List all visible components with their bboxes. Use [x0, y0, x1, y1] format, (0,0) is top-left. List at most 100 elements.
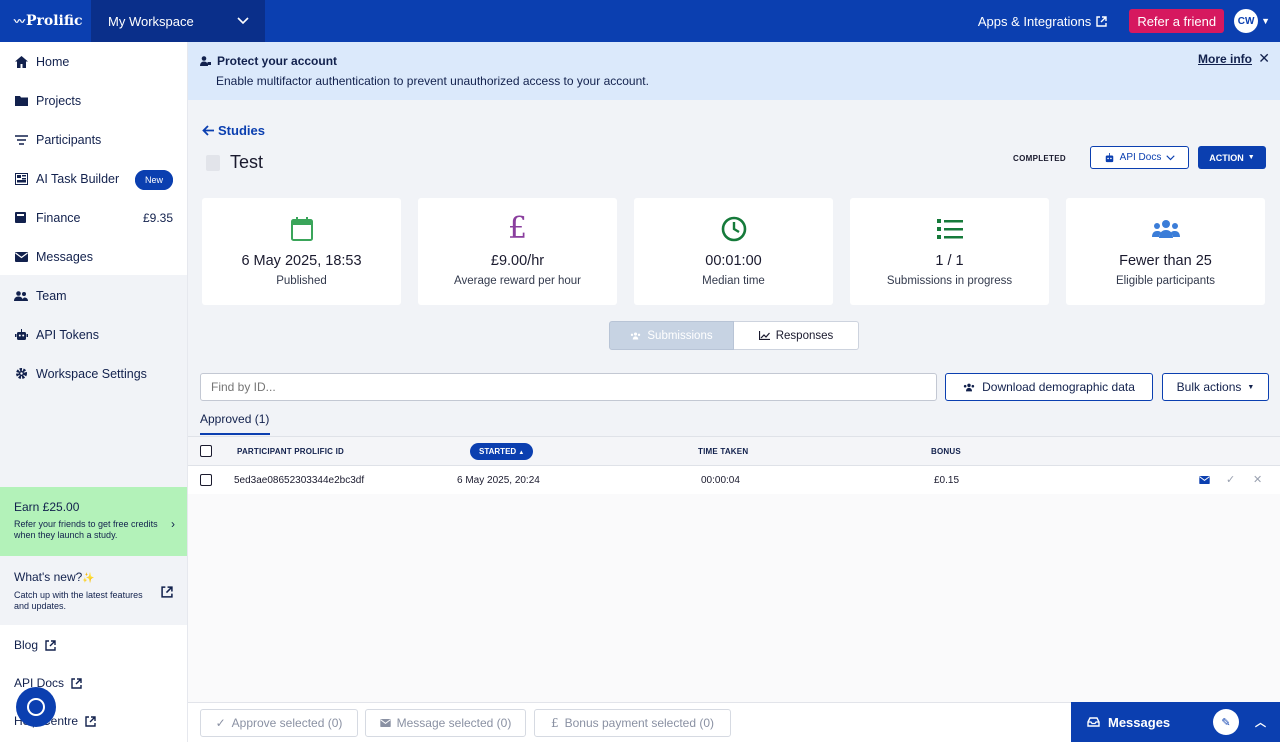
- sidebar-item-projects[interactable]: Projects: [0, 81, 187, 120]
- external-link-icon: [161, 586, 173, 601]
- workspace-name: My Workspace: [108, 13, 194, 29]
- page-title: Test: [206, 152, 263, 173]
- column-header-started[interactable]: STARTED ▲: [470, 443, 534, 460]
- message-selected-label: Message selected (0): [396, 716, 512, 730]
- more-info-link[interactable]: More info: [1198, 52, 1252, 66]
- tab-submissions[interactable]: Submissions: [609, 321, 734, 350]
- sidebar-item-workspace-settings[interactable]: Workspace Settings: [0, 354, 187, 393]
- submissions-table: PARTICIPANT PROLIFIC ID STARTED ▲ TIME T…: [188, 436, 1280, 702]
- chevron-right-icon: ›: [171, 517, 175, 531]
- api-docs-button[interactable]: API Docs: [1090, 146, 1189, 169]
- column-header-time-taken[interactable]: TIME TAKEN: [698, 447, 748, 456]
- chevron-up-icon[interactable]: ︿: [1255, 714, 1266, 730]
- stat-card-published: 6 May 2025, 18:53 Published: [202, 198, 401, 305]
- stat-card-eligible: Fewer than 25 Eligible participants: [1066, 198, 1265, 305]
- stats-cards: 6 May 2025, 18:53 Published £ £9.00/hr A…: [202, 198, 1265, 305]
- reject-x-icon[interactable]: ✕: [1253, 473, 1262, 486]
- clock-icon: [721, 214, 747, 244]
- api-docs-link[interactable]: API Docs: [14, 676, 82, 690]
- close-icon[interactable]: ✕: [1258, 50, 1270, 67]
- tab-responses[interactable]: Responses: [734, 321, 859, 350]
- download-demographic-button[interactable]: Download demographic data: [945, 373, 1153, 401]
- refer-friend-button[interactable]: Refer a friend: [1129, 9, 1225, 33]
- inbox-icon: [1087, 717, 1100, 727]
- sidebar-item-messages[interactable]: Messages: [0, 237, 187, 276]
- column-header-bonus[interactable]: BONUS: [931, 447, 961, 456]
- column-header-id[interactable]: PARTICIPANT PROLIFIC ID: [237, 447, 344, 456]
- whats-new-title: What's new?: [14, 570, 83, 584]
- blog-link[interactable]: Blog: [14, 638, 56, 652]
- tab-submissions-label: Submissions: [647, 329, 713, 342]
- finance-balance: £9.35: [142, 210, 173, 225]
- time-taken: 00:00:04: [701, 475, 740, 486]
- sidebar-item-label: Workspace Settings: [36, 366, 147, 381]
- user-lock-icon: [200, 56, 211, 66]
- sidebar-item-home[interactable]: Home: [0, 42, 187, 81]
- workspace-switcher[interactable]: My Workspace: [91, 0, 265, 42]
- filter-icon: [14, 134, 28, 145]
- sidebar-item-participants[interactable]: Participants: [0, 120, 187, 159]
- row-checkbox[interactable]: [200, 474, 212, 486]
- compose-icon[interactable]: ✎: [1213, 709, 1239, 735]
- bonus-payment-selected-button[interactable]: £ Bonus payment selected (0): [534, 709, 731, 737]
- check-icon: ✓: [215, 716, 226, 730]
- gear-icon: [14, 367, 28, 380]
- chevron-down-icon: [237, 17, 249, 25]
- approve-check-icon[interactable]: ✓: [1226, 473, 1235, 486]
- stat-value: 6 May 2025, 18:53: [241, 253, 362, 269]
- caret-down-icon: ▼: [1247, 383, 1255, 391]
- prolific-logo[interactable]: 〰 Prolific: [0, 0, 91, 42]
- external-link-icon: [71, 677, 82, 689]
- sidebar-item-api-tokens[interactable]: API Tokens: [0, 315, 187, 354]
- whats-new-card[interactable]: What's new?✨ Catch up with the latest fe…: [0, 556, 187, 625]
- earn-description: Refer your friends to get free credits w…: [14, 519, 158, 540]
- apps-integrations-link[interactable]: Apps & Integrations: [977, 13, 1108, 29]
- stat-label: Submissions in progress: [886, 275, 1013, 287]
- table-header: PARTICIPANT PROLIFIC ID STARTED ▲ TIME T…: [188, 436, 1280, 466]
- table-row[interactable]: 5ed3ae08652303344e2bc3df 6 May 2025, 20:…: [188, 466, 1280, 494]
- back-to-studies-link[interactable]: Studies: [202, 123, 265, 138]
- sidebar-item-label: Home: [36, 54, 70, 69]
- participant-id[interactable]: 5ed3ae08652303344e2bc3df: [234, 475, 364, 486]
- bulk-actions-button[interactable]: Bulk actions ▼: [1162, 373, 1269, 401]
- pound-icon: £: [550, 716, 559, 730]
- sidebar-item-label: Messages: [36, 249, 93, 264]
- apps-integrations-label: Apps & Integrations: [977, 13, 1092, 29]
- chat-support-button[interactable]: [16, 687, 56, 727]
- sidebar-item-finance[interactable]: Finance £9.35: [0, 198, 187, 237]
- approve-selected-button[interactable]: ✓ Approve selected (0): [200, 709, 358, 737]
- sidebar-item-team[interactable]: Team: [0, 276, 187, 315]
- stat-label: Eligible participants: [1115, 275, 1216, 287]
- status-badge: COMPLETED: [1013, 154, 1066, 163]
- sidebar: Home Projects Participants AI Task Build…: [0, 42, 188, 742]
- team-icon: [14, 290, 28, 301]
- grid-icon: [14, 172, 28, 185]
- bulk-actions-label: Bulk actions: [1176, 380, 1242, 394]
- action-button[interactable]: ACTION ▼: [1198, 146, 1266, 169]
- line-chart-icon: [758, 331, 770, 340]
- document-icon: [206, 154, 220, 171]
- avatar-chevron-icon[interactable]: ▼: [1261, 16, 1270, 26]
- stat-label: Published: [276, 275, 327, 287]
- stat-value: 1 / 1: [935, 253, 964, 269]
- message-envelope-icon[interactable]: [1199, 475, 1210, 487]
- external-link-icon: [1096, 15, 1108, 27]
- tab-approved[interactable]: Approved (1): [200, 412, 270, 435]
- started-label: STARTED: [479, 447, 517, 456]
- folder-icon: [14, 95, 28, 106]
- message-selected-button[interactable]: Message selected (0): [365, 709, 526, 737]
- earn-referral-card[interactable]: Earn £25.00 Refer your friends to get fr…: [0, 487, 187, 556]
- search-input[interactable]: [200, 373, 937, 401]
- banner-description: Enable multifactor authentication to pre…: [216, 74, 649, 88]
- prolific-mark-icon: 〰: [14, 15, 25, 28]
- avatar[interactable]: CW: [1234, 9, 1259, 33]
- list-icon: [936, 214, 963, 244]
- messages-panel[interactable]: Messages ✎ ︿: [1071, 702, 1280, 742]
- sidebar-item-ai-task-builder[interactable]: AI Task Builder New: [0, 159, 187, 198]
- api-docs-label: API Docs: [1119, 152, 1162, 163]
- download-label: Download demographic data: [982, 380, 1135, 394]
- tab-responses-label: Responses: [775, 329, 834, 342]
- wallet-icon: [14, 212, 28, 223]
- sparkle-icon: ✨: [82, 573, 95, 584]
- select-all-checkbox[interactable]: [200, 445, 212, 457]
